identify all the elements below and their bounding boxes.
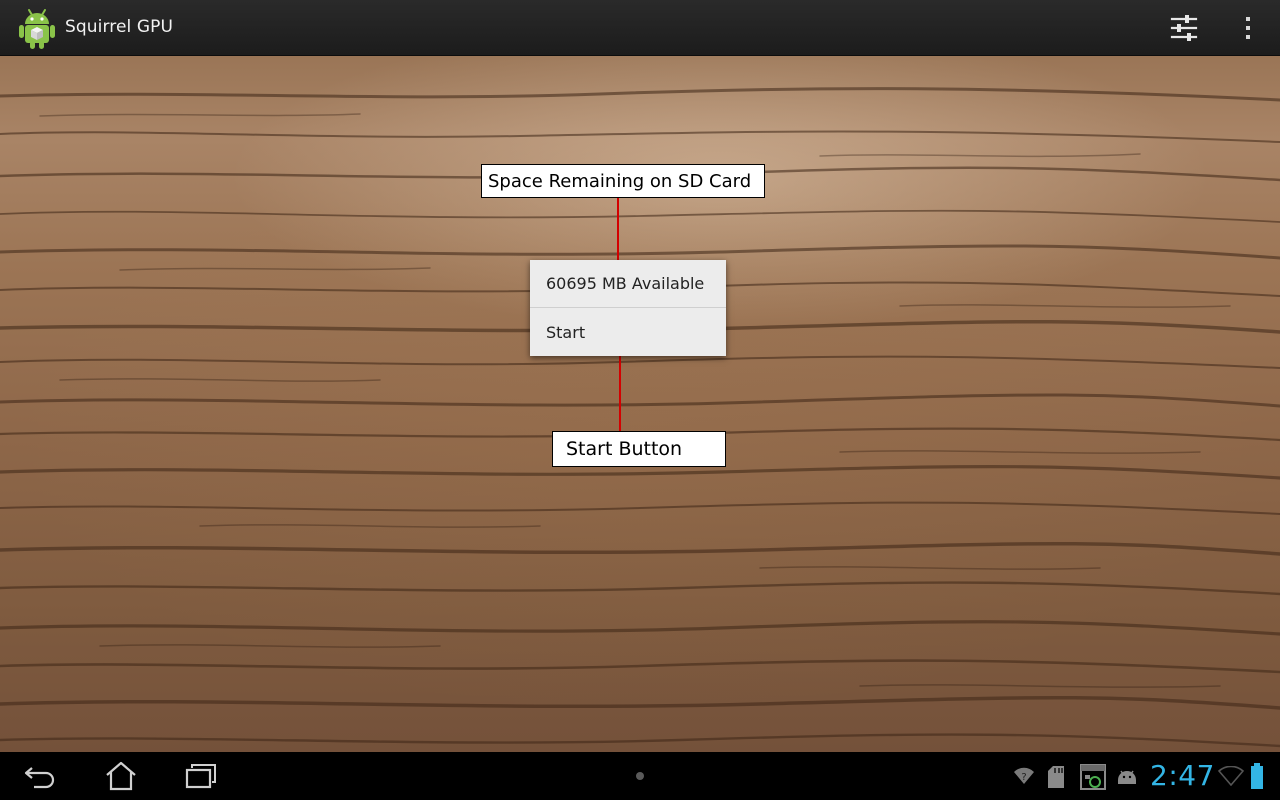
wood-grain (0, 87, 1280, 748)
annotation-start-button: Start Button (552, 431, 726, 467)
screen: Squirrel GPU Space Remaining on SD Card … (0, 0, 1280, 800)
available-space-text: 60695 MB Available (530, 260, 726, 308)
home-icon[interactable] (104, 760, 138, 792)
android-debug-icon (1118, 770, 1136, 784)
back-icon[interactable] (22, 762, 58, 792)
recent-apps-icon[interactable] (184, 762, 218, 790)
screenshot-icon (1080, 764, 1106, 790)
status-clock: 2:47 (1150, 759, 1215, 792)
sliders-icon[interactable] (1168, 12, 1200, 44)
sd-card-icon (1048, 766, 1064, 788)
android-robot-icon[interactable] (17, 6, 57, 50)
main-dialog: 60695 MB Available Start (530, 260, 726, 356)
annotation-line-start (619, 356, 621, 431)
wifi-question-icon: ? (1014, 767, 1034, 784)
wifi-icon (1217, 766, 1245, 786)
overflow-menu-icon[interactable] (1236, 12, 1260, 44)
start-button[interactable]: Start (530, 308, 726, 356)
action-bar: Squirrel GPU (0, 0, 1280, 56)
page-dot (636, 772, 644, 780)
battery-icon (1251, 763, 1263, 789)
annotation-line-sd (617, 197, 619, 260)
app-title: Squirrel GPU (65, 17, 174, 37)
system-nav-bar: ? 2:47 (0, 752, 1280, 800)
svg-text:?: ? (1021, 772, 1026, 783)
annotation-sd-card: Space Remaining on SD Card (481, 164, 765, 198)
wood-background (0, 56, 1280, 752)
